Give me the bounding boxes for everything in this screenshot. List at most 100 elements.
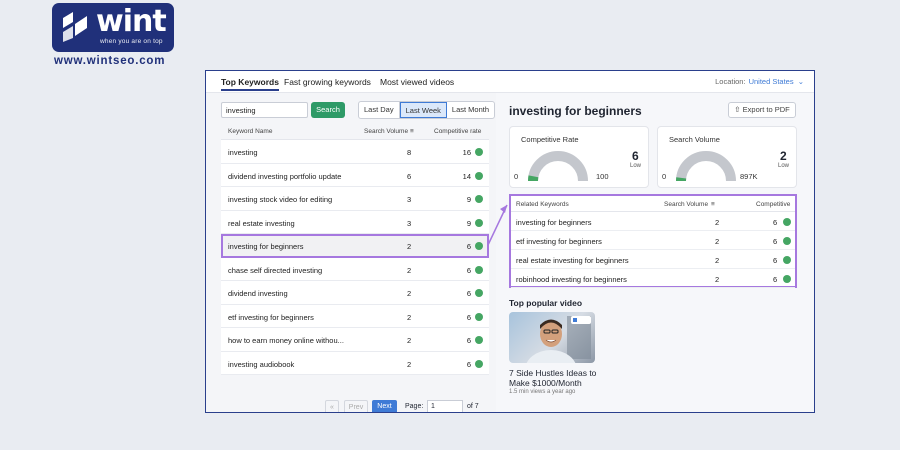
first-page-button[interactable]: « [325,400,339,412]
related-keyword[interactable]: robinhood investing for beginners [516,275,627,284]
gauge-track [676,151,736,182]
tab-fast-growing-keywords[interactable]: Fast growing keywords [284,77,371,87]
related-keyword[interactable]: real estate investing for beginners [516,256,629,265]
gauge-max-label: 100 [596,172,609,181]
video-thumbnail[interactable] [509,312,595,363]
header-related-keywords[interactable]: Related Keywords [516,201,569,208]
related-keyword[interactable]: investing for beginners [516,218,591,227]
search-volume-gauge [676,151,736,182]
app-window: Top Keywords Fast growing keywords Most … [205,70,815,413]
gauge-min-label: 0 [662,172,667,181]
table-row[interactable]: how to earn money online withou... 2 6 [221,328,489,352]
search-volume-card: Search Volume 0 897K 2 Low [657,126,797,188]
related-search-volume: 2 [715,218,720,227]
row-competitive-rate: 6 [466,312,471,322]
related-competitive: 6 [773,256,778,265]
row-keyword[interactable]: investing stock video for editing [228,195,332,204]
competitive-rate-level: Low [630,163,642,169]
row-keyword[interactable]: dividend investing portfolio update [228,172,341,181]
related-row[interactable]: investing for beginners 2 6 [511,212,795,231]
row-keyword[interactable]: etf investing for beginners [228,313,314,322]
row-competitive-rate: 6 [466,336,471,345]
table-row[interactable]: dividend investing portfolio update 6 14 [221,163,489,187]
range-last-day[interactable]: Last Day [359,102,400,118]
location-value[interactable]: United States [749,77,794,86]
row-search-volume: 6 [407,171,412,181]
header-keyword-name[interactable]: Keyword Name [228,128,272,135]
sort-icon[interactable]: ≡ [410,128,414,135]
row-competitive-rate: 14 [462,171,471,181]
related-keywords-table: Related Keywords Search Volume ≡ Competi… [509,194,797,288]
location-selector[interactable]: Location: United States ⌄ [715,77,804,86]
chevron-down-icon[interactable]: ⌄ [798,77,804,86]
search-button[interactable]: Search [311,102,345,118]
status-dot-icon [475,171,483,180]
table-row[interactable]: dividend investing 2 6 [221,281,489,305]
export-pdf-button[interactable]: ⇧ Export to PDF [728,102,796,118]
table-row[interactable]: chase self directed investing 2 6 [221,257,489,281]
status-dot-icon [783,237,791,245]
status-dot-icon [783,218,791,226]
sort-icon[interactable]: ≡ [711,201,715,208]
status-dot-icon [475,265,483,274]
detail-title: investing for beginners [509,104,642,118]
table-row[interactable]: investing 8 16 [221,140,489,164]
table-row[interactable]: investing for beginners 2 6 [221,234,489,258]
row-search-volume: 3 [407,218,412,228]
row-competitive-rate: 6 [466,242,471,251]
related-competitive: 6 [773,218,778,227]
row-competitive-rate: 9 [466,195,471,204]
table-row[interactable]: investing stock video for editing 3 9 [221,187,489,211]
video-title[interactable]: 7 Side Hustles Ideas to Make $1000/Month [509,368,619,388]
row-search-volume: 2 [407,242,412,251]
table-row[interactable]: real estate investing 3 9 [221,210,489,234]
related-keyword[interactable]: etf investing for beginners [516,237,602,246]
header-competitive-rate[interactable]: Competitive rate [434,128,481,135]
related-keywords-header: Related Keywords Search Volume ≡ Competi… [511,196,795,212]
related-competitive: 6 [773,275,778,284]
row-keyword[interactable]: investing for beginners [228,242,303,251]
tab-top-keywords[interactable]: Top Keywords [221,77,279,91]
row-keyword[interactable]: investing [228,148,258,157]
related-search-volume: 2 [715,256,720,265]
table-row[interactable]: etf investing for beginners 2 6 [221,304,489,328]
row-keyword[interactable]: investing audiobook [228,360,294,369]
row-keyword[interactable]: chase self directed investing [228,266,322,275]
header-search-volume[interactable]: Search Volume [664,201,708,208]
related-row[interactable]: real estate investing for beginners 2 6 [511,250,795,269]
related-row[interactable]: robinhood investing for beginners 2 6 [511,269,795,288]
date-range-toggle: Last Day Last Week Last Month [358,101,496,119]
export-icon: ⇧ [734,105,741,114]
tab-most-viewed-videos[interactable]: Most viewed videos [380,77,454,87]
row-keyword[interactable]: real estate investing [228,219,295,228]
status-dot-icon [783,275,791,283]
table-row[interactable]: investing audiobook 2 6 [221,351,489,375]
logo-mark-icon [63,12,87,42]
row-keyword[interactable]: dividend investing [228,289,288,298]
header-competitive[interactable]: Competitive [756,201,790,208]
logo-wordmark: wint [96,4,167,39]
related-search-volume: 2 [715,275,720,284]
range-last-month[interactable]: Last Month [447,102,494,118]
row-keyword[interactable]: how to earn money online withou... [228,336,344,345]
tab-bar: Top Keywords Fast growing keywords Most … [206,71,814,93]
row-search-volume: 2 [407,336,412,345]
gauge-track [528,151,588,182]
next-page-button[interactable]: Next [372,400,397,412]
related-keywords-body: investing for beginners 2 6 etf investing f… [511,212,795,288]
row-search-volume: 3 [407,195,412,204]
prev-page-button[interactable]: Prev [344,400,368,412]
row-competitive-rate: 9 [466,218,471,228]
row-competitive-rate: 6 [466,359,471,369]
range-last-week[interactable]: Last Week [399,102,447,118]
export-pdf-label: Export to PDF [742,105,790,114]
related-row[interactable]: etf investing for beginners 2 6 [511,231,795,250]
page-number-input[interactable]: 1 [427,400,463,412]
logo-tagline: when you are on top [100,38,163,45]
search-input[interactable]: investing [221,102,308,118]
pagination: « Prev Next Page: 1 of 7 [221,398,489,412]
row-competitive-rate: 16 [462,148,471,157]
status-dot-icon [475,359,483,368]
header-search-volume[interactable]: Search Volume [364,128,408,135]
related-search-volume: 2 [715,237,720,246]
